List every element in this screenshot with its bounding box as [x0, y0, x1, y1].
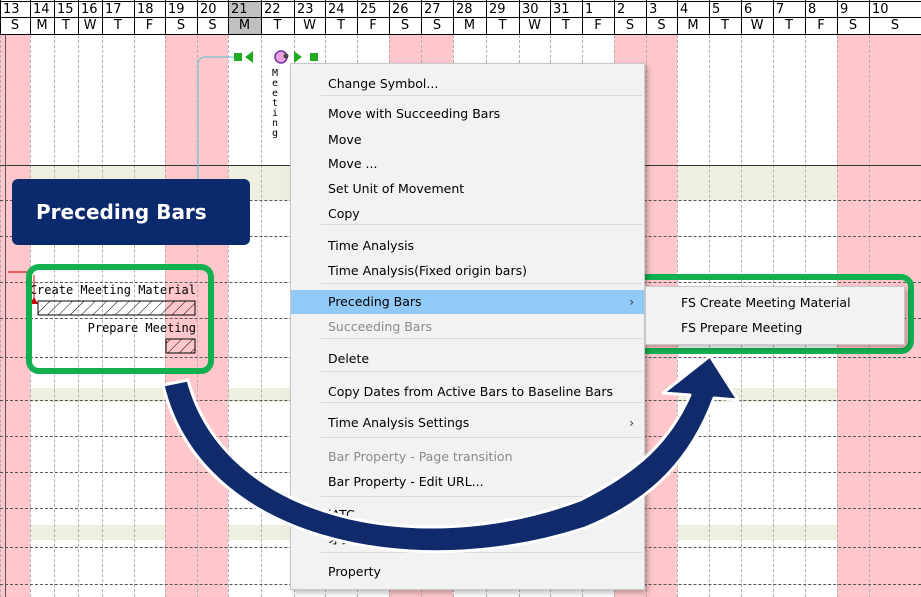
menu-item-label: iATC	[328, 507, 355, 522]
menu-item[interactable]: Time Analysis(Fixed origin bars)	[291, 259, 644, 283]
gantt-screen: 13 S 14 M 15 T 16 W 17 T 18 F 19 S 20 S 21 M 22 T 23 W 24 T 25 F 2…	[0, 0, 921, 597]
menu-item-label: Time Analysis Settings	[328, 415, 470, 430]
submenu-item[interactable]: FS Create Meeting Material	[646, 291, 904, 315]
menu-item-label: Bar Property - Page transition	[328, 449, 513, 464]
menu-item-label: Move with Succeeding Bars	[328, 106, 501, 121]
menu-item[interactable]: Move with Succeeding Bars	[291, 102, 644, 126]
menu-item[interactable]: Succeeding Bars	[291, 315, 644, 339]
bar-handle-right[interactable]	[310, 53, 318, 61]
menu-item[interactable]: Change Symbol...	[291, 72, 644, 96]
menu-separator	[321, 371, 642, 372]
chevron-right-icon: ›	[629, 416, 634, 430]
menu-item-label: Change Symbol...	[328, 76, 439, 91]
menu-separator	[321, 437, 642, 438]
menu-item-label: Bar Property - Edit URL...	[328, 474, 484, 489]
submenu-item[interactable]: FS Prepare Meeting	[646, 316, 904, 340]
menu-item-label: Move	[328, 132, 362, 147]
menu-item[interactable]: Move ...	[291, 152, 644, 176]
menu-item[interactable]: Delete	[291, 347, 644, 371]
chevron-right-icon: ›	[629, 295, 634, 309]
menu-item-label: Move ...	[328, 156, 378, 171]
menu-item-label: Set Unit of Movement	[328, 181, 465, 196]
menu-item-label: Preceding Bars	[328, 294, 422, 309]
menu-item[interactable]: Set Unit of Movement	[291, 177, 644, 201]
move-right-arrow-icon[interactable]	[294, 51, 302, 63]
milestone-label: Meeting	[270, 69, 280, 139]
milestone-label-char: g	[271, 128, 279, 139]
callout-preceding-bars: Preceding Bars	[12, 179, 250, 245]
menu-item[interactable]: Time Analysis Settings ›	[291, 411, 644, 435]
menu-item[interactable]: iATC	[291, 503, 644, 527]
menu-item-label: Succeeding Bars	[328, 319, 433, 334]
menu-item[interactable]: オシカオラ-リオ（選択バ-）	[291, 528, 644, 552]
menu-separator	[321, 496, 642, 497]
menu-item-label: Copy Dates from Active Bars to Baseline …	[328, 384, 613, 399]
highlight-frame-preceding-bars	[26, 264, 214, 374]
milestone-center	[283, 53, 289, 59]
menu-item[interactable]: Copy	[291, 202, 644, 226]
menu-item[interactable]: Copy Dates from Active Bars to Baseline …	[291, 380, 644, 404]
menu-item[interactable]: Bar Property - Page transition	[291, 445, 644, 469]
menu-separator	[321, 283, 642, 284]
menu-item-label: Delete	[328, 351, 370, 366]
menu-item-label: Copy	[328, 206, 360, 221]
preceding-bars-submenu: FS Create Meeting Material FS Prepare Mee…	[645, 286, 905, 345]
menu-item-label: Time Analysis(Fixed origin bars)	[328, 263, 527, 278]
menu-item[interactable]: Time Analysis	[291, 234, 644, 258]
menu-item[interactable]: Move	[291, 128, 644, 152]
menu-item-label: オシカオラ-リオ（選択バ-）	[328, 532, 488, 547]
bar-handle-left[interactable]	[234, 53, 242, 61]
menu-item[interactable]: Bar Property - Edit URL...	[291, 470, 644, 494]
menu-item-label: Property	[328, 564, 381, 579]
move-left-arrow-icon[interactable]	[245, 51, 253, 63]
dependency-line	[197, 56, 236, 185]
menu-separator	[321, 552, 642, 553]
menu-item[interactable]: Property	[291, 560, 644, 584]
menu-item[interactable]: Preceding Bars ›	[291, 290, 644, 314]
context-menu: Change Symbol... Move with Succeeding Bar…	[290, 63, 645, 590]
menu-item-label: Time Analysis	[328, 238, 415, 253]
